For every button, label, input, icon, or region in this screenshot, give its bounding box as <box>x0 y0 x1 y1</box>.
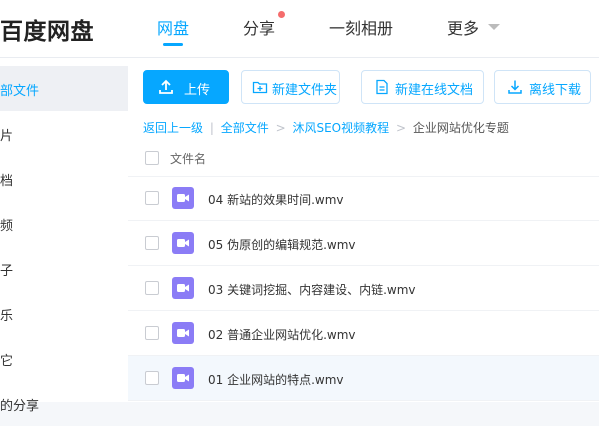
nav-active-indicator <box>163 43 183 46</box>
select-all-checkbox[interactable] <box>145 151 159 165</box>
sidebar-item-documents[interactable]: 档 <box>0 156 128 201</box>
file-row[interactable]: 05 伪原创的编辑规范.wmv <box>128 221 599 266</box>
sidebar-item-my-shares[interactable]: 的分享 <box>0 381 128 426</box>
new-online-document-button-label: 新建在线文档 <box>395 83 474 98</box>
breadcrumb-back-link[interactable]: 返回上一级 <box>143 121 203 135</box>
sidebar-item-label: 的分享 <box>0 399 40 414</box>
new-online-document-button[interactable]: 新建在线文档 <box>361 70 484 104</box>
file-name[interactable]: 05 伪原创的编辑规范.wmv <box>208 236 356 253</box>
add-folder-icon <box>252 81 268 94</box>
upload-button-label: 上传 <box>184 83 211 98</box>
breadcrumb-arrow: > <box>275 121 286 135</box>
sidebar-item-other[interactable]: 它 <box>0 336 128 381</box>
file-row[interactable]: 02 普通企业网站优化.wmv <box>128 311 599 356</box>
chevron-down-icon[interactable] <box>488 24 500 30</box>
file-row[interactable]: 04 新站的效果时间.wmv <box>128 176 599 221</box>
row-checkbox[interactable] <box>145 281 159 295</box>
sidebar-item-label: 子 <box>0 264 14 279</box>
breadcrumb: 返回上一级 | 全部文件 > 沐风SEO视频教程 > 企业网站优化专题 <box>143 119 509 136</box>
breadcrumb-arrow: > <box>395 121 406 135</box>
file-row[interactable]: 01 企业网站的特点.wmv <box>128 356 599 401</box>
document-icon <box>376 79 388 95</box>
upload-icon <box>159 79 173 94</box>
nav-tab-netdisk[interactable]: 网盘 <box>157 15 189 39</box>
sidebar-item-label: 部文件 <box>0 84 40 99</box>
breadcrumb-item-all-files[interactable]: 全部文件 <box>221 121 269 135</box>
nav-tab-share[interactable]: 分享 <box>243 15 275 39</box>
row-checkbox[interactable] <box>145 326 159 340</box>
sidebar: 部文件 片 档 频 子 乐 它 的分享 <box>0 58 128 414</box>
filename-column-header[interactable]: 文件名 <box>170 150 206 167</box>
download-icon <box>508 80 522 94</box>
file-name[interactable]: 02 普通企业网站优化.wmv <box>208 326 356 343</box>
nav-tab-more[interactable]: 更多 <box>447 15 479 39</box>
upload-button[interactable]: 上传 <box>143 70 229 104</box>
file-list-header: 文件名 <box>128 141 599 177</box>
sidebar-item-label: 它 <box>0 354 14 369</box>
notification-dot <box>278 11 285 18</box>
top-navigation-bar: 百度网盘 网盘 分享 一刻相册 更多 <box>0 0 599 58</box>
sidebar-item-images[interactable]: 片 <box>0 111 128 156</box>
breadcrumb-divider: | <box>209 121 214 135</box>
file-name[interactable]: 04 新站的效果时间.wmv <box>208 191 344 208</box>
breadcrumb-current: 企业网站优化专题 <box>412 121 509 135</box>
sidebar-item-label: 乐 <box>0 309 14 324</box>
main-content: 上传 新建文件夹 新建在线文档 离线下载 返回上一级 | 全部文件 > 沐风SE… <box>128 58 599 402</box>
video-file-icon <box>172 232 194 254</box>
sidebar-item-videos[interactable]: 频 <box>0 201 128 246</box>
sidebar-item-torrents[interactable]: 子 <box>0 246 128 291</box>
sidebar-item-label: 频 <box>0 219 14 234</box>
video-file-icon <box>172 187 194 209</box>
video-file-icon <box>172 277 194 299</box>
app-logo[interactable]: 百度网盘 <box>0 12 94 46</box>
file-name[interactable]: 03 关键词挖掘、内容建设、内链.wmv <box>208 281 416 298</box>
file-name[interactable]: 01 企业网站的特点.wmv <box>208 371 344 388</box>
offline-download-button-label: 离线下载 <box>529 83 582 98</box>
nav-tab-album[interactable]: 一刻相册 <box>329 15 393 39</box>
new-folder-button-label: 新建文件夹 <box>272 83 338 98</box>
sidebar-item-all-files[interactable]: 部文件 <box>0 66 128 111</box>
new-folder-button[interactable]: 新建文件夹 <box>241 70 340 104</box>
sidebar-item-music[interactable]: 乐 <box>0 291 128 336</box>
offline-download-button[interactable]: 离线下载 <box>494 70 591 104</box>
row-checkbox[interactable] <box>145 191 159 205</box>
video-file-icon <box>172 322 194 344</box>
row-checkbox[interactable] <box>145 371 159 385</box>
file-row[interactable]: 03 关键词挖掘、内容建设、内链.wmv <box>128 266 599 311</box>
breadcrumb-item-folder[interactable]: 沐风SEO视频教程 <box>292 121 389 135</box>
sidebar-item-label: 片 <box>0 129 14 144</box>
sidebar-item-label: 档 <box>0 174 14 189</box>
video-file-icon <box>172 367 194 389</box>
row-checkbox[interactable] <box>145 236 159 250</box>
